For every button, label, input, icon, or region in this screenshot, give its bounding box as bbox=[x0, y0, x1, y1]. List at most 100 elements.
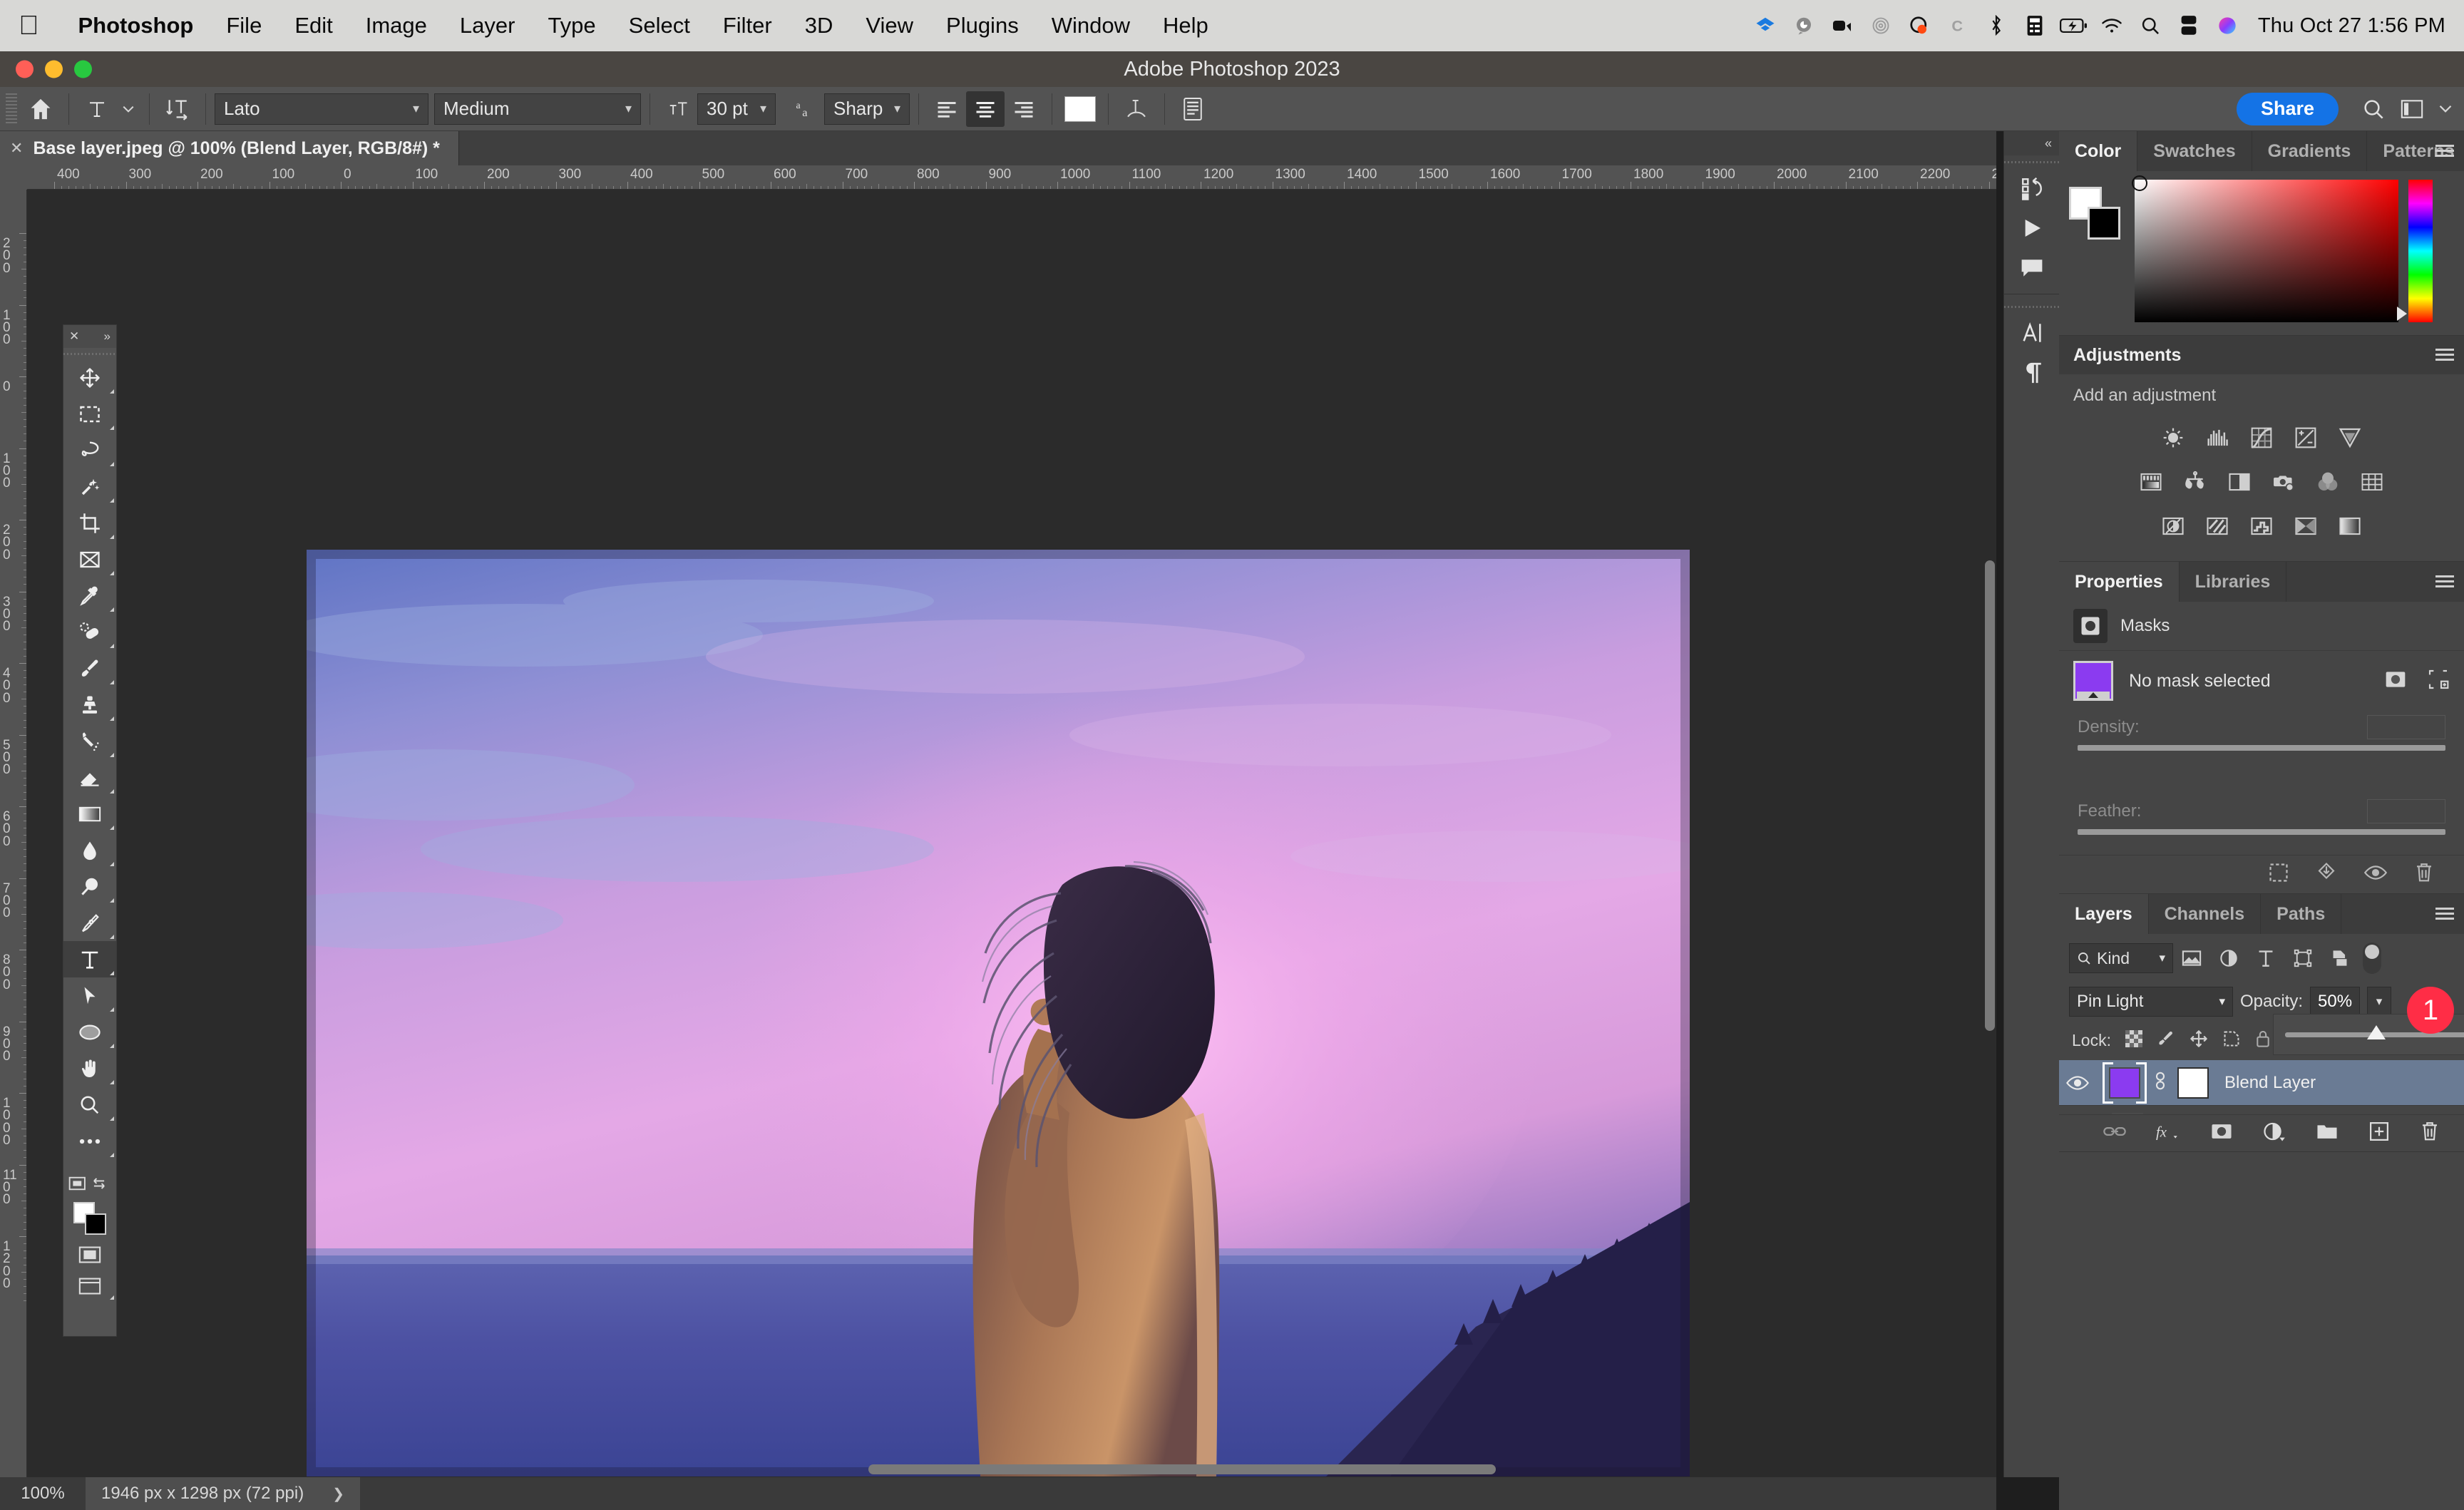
apple-logo-icon[interactable]:  bbox=[19, 12, 39, 39]
color-field[interactable] bbox=[2132, 175, 2398, 322]
history-brush-tool-icon[interactable] bbox=[63, 723, 116, 759]
posterize-icon[interactable] bbox=[2195, 507, 2239, 545]
selective-color-icon[interactable] bbox=[2328, 507, 2372, 545]
bluetooth-icon[interactable] bbox=[1977, 11, 2016, 40]
lock-position-icon[interactable] bbox=[2190, 1029, 2208, 1052]
toggle-mask-icon[interactable] bbox=[2363, 864, 2388, 885]
close-icon[interactable]: ✕ bbox=[69, 329, 79, 344]
filter-adjustment-icon[interactable] bbox=[2210, 943, 2247, 973]
share-button[interactable]: Share bbox=[2236, 92, 2339, 125]
horizontal-ruler[interactable]: 400 300 200 100 0 100 200 300 400 500 600 700 800 900… bbox=[27, 165, 1996, 190]
creative-cloud-icon[interactable]: C bbox=[1939, 11, 1977, 40]
move-tool-icon[interactable] bbox=[63, 359, 116, 396]
align-left-icon[interactable] bbox=[928, 91, 966, 127]
layer-name[interactable]: Blend Layer bbox=[2224, 1073, 2316, 1093]
minimize-window-button[interactable] bbox=[45, 60, 63, 78]
exposure-icon[interactable] bbox=[2284, 418, 2328, 457]
new-group-icon[interactable] bbox=[2316, 1122, 2339, 1144]
delete-layer-icon[interactable] bbox=[2420, 1121, 2440, 1146]
gradient-map-icon[interactable] bbox=[2284, 507, 2328, 545]
foreground-background-colors[interactable] bbox=[63, 1198, 116, 1239]
layer-filter-kind-select[interactable]: Kind ▾ bbox=[2069, 943, 2173, 973]
brush-tool-icon[interactable] bbox=[63, 650, 116, 687]
battery-icon[interactable] bbox=[2054, 11, 2093, 40]
menubar-clock[interactable]: Thu Oct 27 1:56 PM bbox=[2258, 14, 2445, 38]
canvas-vertical-scrollbar[interactable] bbox=[1985, 218, 1995, 1216]
calculator-icon[interactable] bbox=[2016, 11, 2054, 40]
text-color-swatch[interactable] bbox=[1061, 91, 1099, 127]
screen-mode-alt-icon[interactable] bbox=[63, 1270, 116, 1302]
clone-stamp-tool-icon[interactable] bbox=[63, 687, 116, 723]
warp-text-icon[interactable] bbox=[1117, 91, 1156, 127]
curves-icon[interactable] bbox=[2239, 418, 2284, 457]
home-icon[interactable] bbox=[21, 91, 60, 127]
menu-image[interactable]: Image bbox=[349, 13, 443, 38]
photo-filter-icon[interactable] bbox=[2262, 463, 2306, 501]
lock-transparent-pixels-icon[interactable] bbox=[2125, 1030, 2142, 1051]
delete-mask-icon[interactable] bbox=[2414, 862, 2434, 887]
tab-swatches[interactable]: Swatches bbox=[2137, 131, 2252, 171]
layer-mask-thumbnail[interactable] bbox=[2177, 1067, 2209, 1099]
lasso-tool-icon[interactable] bbox=[63, 432, 116, 468]
menu-view[interactable]: View bbox=[849, 13, 930, 38]
filter-pixel-icon[interactable] bbox=[2173, 943, 2210, 973]
menu-plugins[interactable]: Plugins bbox=[930, 13, 1035, 38]
workspace-chevron-down-icon[interactable] bbox=[2431, 91, 2460, 127]
tab-properties[interactable]: Properties bbox=[2059, 562, 2180, 602]
zoom-tool-icon[interactable] bbox=[63, 1087, 116, 1123]
vertical-ruler[interactable]: 200 100 0 100 200 300 400 500 600 700 800 900 1000 11… bbox=[0, 190, 27, 1477]
eye-icon[interactable] bbox=[2059, 1075, 2096, 1091]
wifi-icon[interactable] bbox=[2093, 11, 2131, 40]
control-center-icon[interactable] bbox=[2170, 11, 2208, 40]
opacity-slider-knob[interactable] bbox=[2367, 1024, 2386, 1039]
add-pixel-mask-icon[interactable] bbox=[2384, 668, 2407, 694]
screen-mode-icon[interactable] bbox=[63, 1239, 116, 1270]
add-vector-mask-icon[interactable] bbox=[2427, 668, 2450, 694]
menu-3d[interactable]: 3D bbox=[789, 13, 850, 38]
link-layers-icon[interactable] bbox=[2103, 1124, 2126, 1143]
tab-layers[interactable]: Layers bbox=[2059, 894, 2149, 934]
vibrance-icon[interactable] bbox=[2328, 418, 2372, 457]
threshold-icon[interactable] bbox=[2239, 507, 2284, 545]
hand-tool-icon[interactable] bbox=[63, 1050, 116, 1087]
workspace-icon[interactable] bbox=[2393, 91, 2431, 127]
font-family-select[interactable]: Lato ▾ bbox=[215, 93, 428, 125]
lock-artboard-nesting-icon[interactable] bbox=[2222, 1029, 2241, 1052]
layer-mask-link-icon[interactable] bbox=[2153, 1070, 2167, 1095]
history-icon[interactable] bbox=[2004, 168, 2059, 208]
table-row[interactable]: Blend Layer bbox=[2059, 1060, 2464, 1106]
dropbox-icon[interactable] bbox=[1746, 11, 1785, 40]
crop-tool-icon[interactable] bbox=[63, 505, 116, 541]
tab-libraries[interactable]: Libraries bbox=[2179, 562, 2287, 602]
load-selection-icon[interactable] bbox=[2269, 863, 2289, 886]
color-balance-icon[interactable] bbox=[2173, 463, 2217, 501]
background-color-swatch[interactable] bbox=[2088, 207, 2120, 240]
edit-toolbar-icon[interactable] bbox=[63, 1123, 116, 1159]
tab-paths[interactable]: Paths bbox=[2261, 894, 2342, 934]
menu-type[interactable]: Type bbox=[531, 13, 612, 38]
type-tool-icon[interactable] bbox=[78, 91, 116, 127]
gradient-tool-icon[interactable] bbox=[63, 796, 116, 832]
actions-play-icon[interactable] bbox=[2004, 208, 2059, 248]
chevron-right-icon[interactable]: ❯ bbox=[332, 1485, 344, 1503]
density-slider[interactable] bbox=[2078, 745, 2445, 751]
collapse-chevrons-icon[interactable]: « bbox=[2004, 131, 2059, 155]
panel-menu-icon[interactable] bbox=[2435, 908, 2454, 920]
path-selection-tool-icon[interactable] bbox=[63, 977, 116, 1014]
character-panel-icon[interactable] bbox=[1174, 91, 1212, 127]
maximize-window-button[interactable] bbox=[74, 60, 92, 78]
dock-grip-1[interactable] bbox=[2004, 155, 2059, 168]
layer-thumbnail[interactable] bbox=[2109, 1067, 2140, 1099]
opacity-value-field[interactable]: 50% bbox=[2310, 987, 2361, 1017]
expand-chevrons-icon[interactable]: » bbox=[104, 329, 111, 344]
hue-slider[interactable] bbox=[2397, 180, 2433, 322]
new-adjustment-layer-icon[interactable] bbox=[2263, 1121, 2286, 1145]
tab-color[interactable]: Color bbox=[2059, 131, 2138, 171]
blur-tool-icon[interactable] bbox=[63, 832, 116, 868]
options-bar-grip[interactable] bbox=[6, 93, 17, 125]
document-tab[interactable]: ✕ Base layer.jpeg @ 100% (Blend Layer, R… bbox=[0, 131, 459, 165]
panel-menu-icon[interactable] bbox=[2435, 349, 2454, 361]
tab-channels[interactable]: Channels bbox=[2148, 894, 2262, 934]
type-tool-icon[interactable] bbox=[63, 941, 116, 977]
zoom-icon[interactable] bbox=[1823, 11, 1862, 40]
